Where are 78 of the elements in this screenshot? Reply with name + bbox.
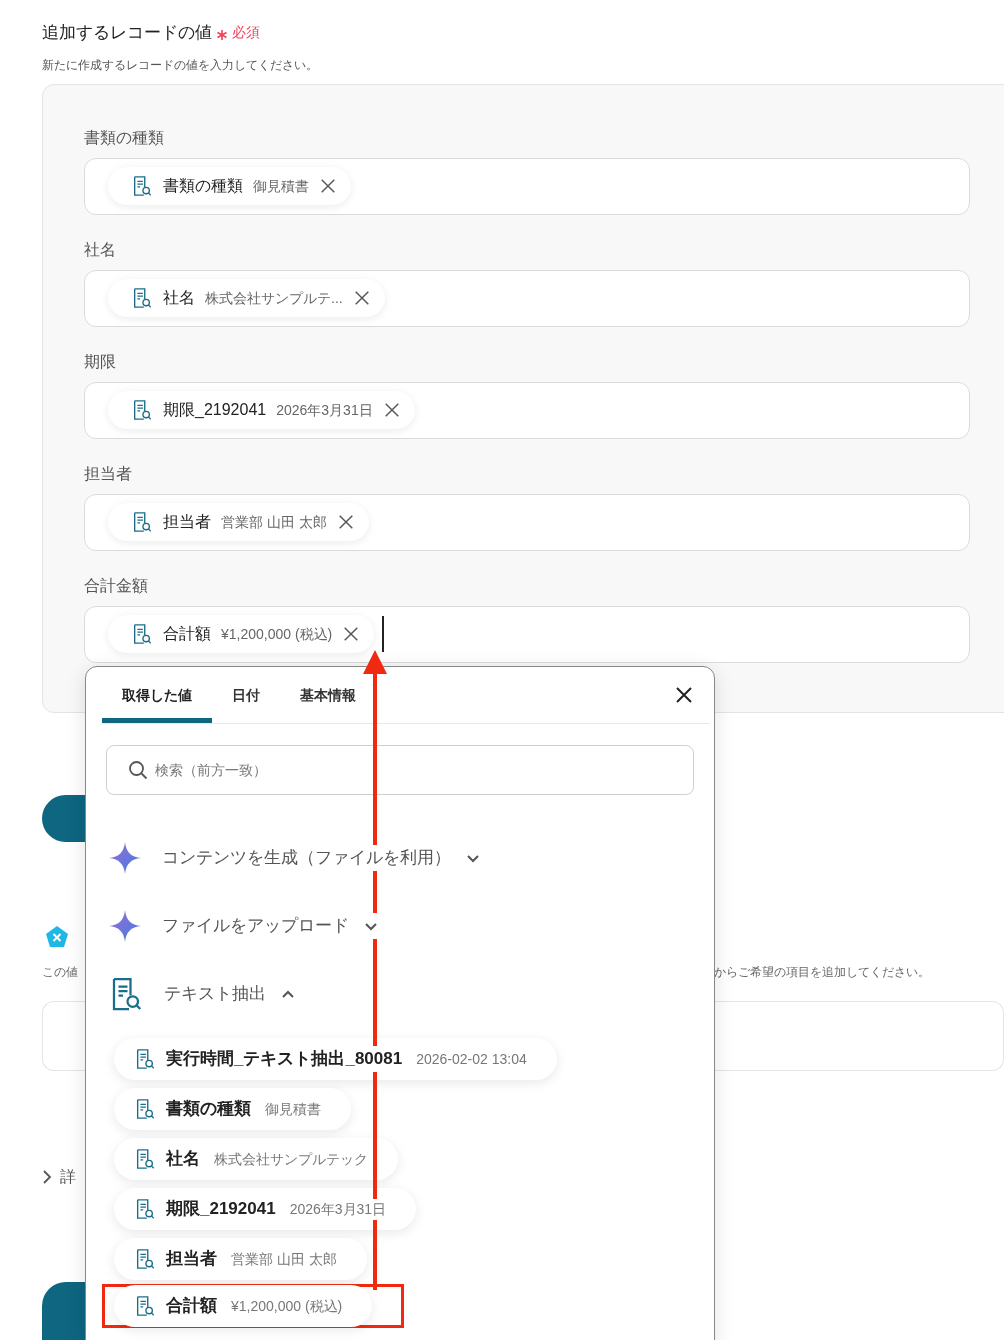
- primary-button[interactable]: [42, 794, 85, 842]
- document-search-icon: [134, 1198, 156, 1220]
- hint-text: からご希望の項目を追加してください。: [714, 963, 931, 981]
- field-label: 書類の種類: [84, 127, 165, 148]
- document-search-icon: [131, 623, 153, 645]
- document-search-icon: [134, 1248, 156, 1270]
- text-cursor: [382, 616, 385, 652]
- value-field[interactable]: 書類の種類 御見積書: [84, 157, 970, 215]
- close-icon: [319, 177, 337, 195]
- sparkle-icon: [108, 909, 142, 943]
- value-option[interactable]: 書類の種類 御見積書: [114, 1088, 351, 1130]
- value-chip[interactable]: 期限_2192041 2026年3月31日: [108, 391, 415, 429]
- chip-name: 担当者: [163, 512, 211, 532]
- value-option[interactable]: 社名 株式会社サンプルテック: [114, 1138, 398, 1180]
- remove-chip-button[interactable]: [382, 401, 401, 419]
- value-chip[interactable]: 合計額 ¥1,200,000 (税込): [108, 615, 375, 653]
- hint-text: この値: [42, 963, 79, 981]
- asterisk-icon: [216, 28, 228, 41]
- remove-chip-button[interactable]: [342, 625, 361, 643]
- pentagon-x-icon: [45, 924, 69, 949]
- field-label: 社名: [84, 239, 117, 260]
- chip-name: 書類の種類: [163, 176, 243, 196]
- chip-value: 株式会社サンプルテ...: [205, 288, 343, 308]
- sparkle-icon: [108, 841, 142, 875]
- option-name: 実行時間_テキスト抽出_80081: [166, 1046, 403, 1072]
- value-option[interactable]: 担当者 営業部 山田 太郎: [114, 1238, 367, 1280]
- option-value: 2026年3月31日: [289, 1198, 387, 1220]
- close-icon: [674, 685, 694, 705]
- group-toggle[interactable]: ファイルをアップロード: [162, 913, 379, 939]
- document-search-icon: [131, 511, 153, 533]
- remove-chip-button[interactable]: [336, 513, 355, 531]
- document-search-icon: [134, 1098, 156, 1120]
- required-label: 必須: [232, 23, 260, 43]
- value-field[interactable]: 社名 株式会社サンプルテ...: [84, 269, 970, 327]
- value-option[interactable]: 合計額 ¥1,200,000 (税込): [114, 1285, 373, 1327]
- chevron-right-icon: [42, 1168, 52, 1185]
- remove-chip-button[interactable]: [352, 289, 371, 307]
- primary-button[interactable]: [42, 1281, 85, 1340]
- search-icon: [128, 760, 148, 780]
- input-field[interactable]: [714, 1000, 1004, 1071]
- close-icon: [382, 401, 401, 419]
- value-field[interactable]: 担当者 営業部 山田 太郎: [84, 493, 970, 551]
- close-icon: [352, 289, 371, 307]
- value-chip[interactable]: 書類の種類 御見積書: [108, 167, 351, 205]
- chip-value: ¥1,200,000 (税込): [221, 624, 333, 644]
- search-field[interactable]: 検索（前方一致）: [106, 745, 694, 795]
- field-label: 担当者: [84, 463, 133, 484]
- value-chip[interactable]: 担当者 営業部 山田 太郎: [108, 503, 369, 541]
- chip-value: 営業部 山田 太郎: [221, 512, 327, 532]
- value-field[interactable]: 合計額 ¥1,200,000 (税込): [84, 605, 970, 663]
- input-field[interactable]: [42, 1000, 85, 1071]
- details-label: 詳: [60, 1166, 76, 1187]
- value-field[interactable]: 期限_2192041 2026年3月31日: [84, 381, 970, 439]
- chip-value: 2026年3月31日: [276, 400, 373, 420]
- document-search-icon: [134, 1295, 156, 1317]
- chip-name: 社名: [163, 288, 195, 308]
- close-button[interactable]: [674, 685, 694, 705]
- chip-name: 期限_2192041: [163, 400, 267, 420]
- close-icon: [336, 513, 355, 531]
- tab[interactable]: 日付: [212, 667, 280, 723]
- section-description: 新たに作成するレコードの値を入力してください。: [42, 56, 319, 74]
- document-search-icon: [134, 1148, 156, 1170]
- close-icon: [342, 625, 361, 643]
- value-chip[interactable]: 社名 株式会社サンプルテ...: [108, 279, 385, 317]
- chip-value: 御見積書: [253, 176, 309, 196]
- document-search-icon: [131, 287, 153, 309]
- tab[interactable]: 基本情報: [280, 667, 376, 723]
- value-option[interactable]: 期限_2192041 2026年3月31日: [114, 1188, 417, 1230]
- document-search-icon: [134, 1048, 156, 1070]
- field-label: 期限: [84, 351, 117, 372]
- section-title: 追加するレコードの値: [42, 22, 212, 44]
- group-toggle[interactable]: コンテンツを生成（ファイルを利用）: [162, 845, 481, 871]
- remove-chip-button[interactable]: [319, 177, 337, 195]
- field-label: 合計金額: [84, 575, 149, 596]
- document-search-icon: [131, 399, 153, 421]
- chip-name: 合計額: [163, 624, 211, 644]
- document-search-icon: [131, 175, 153, 197]
- value-option[interactable]: 実行時間_テキスト抽出_80081 2026-02-02 13:04: [114, 1038, 557, 1080]
